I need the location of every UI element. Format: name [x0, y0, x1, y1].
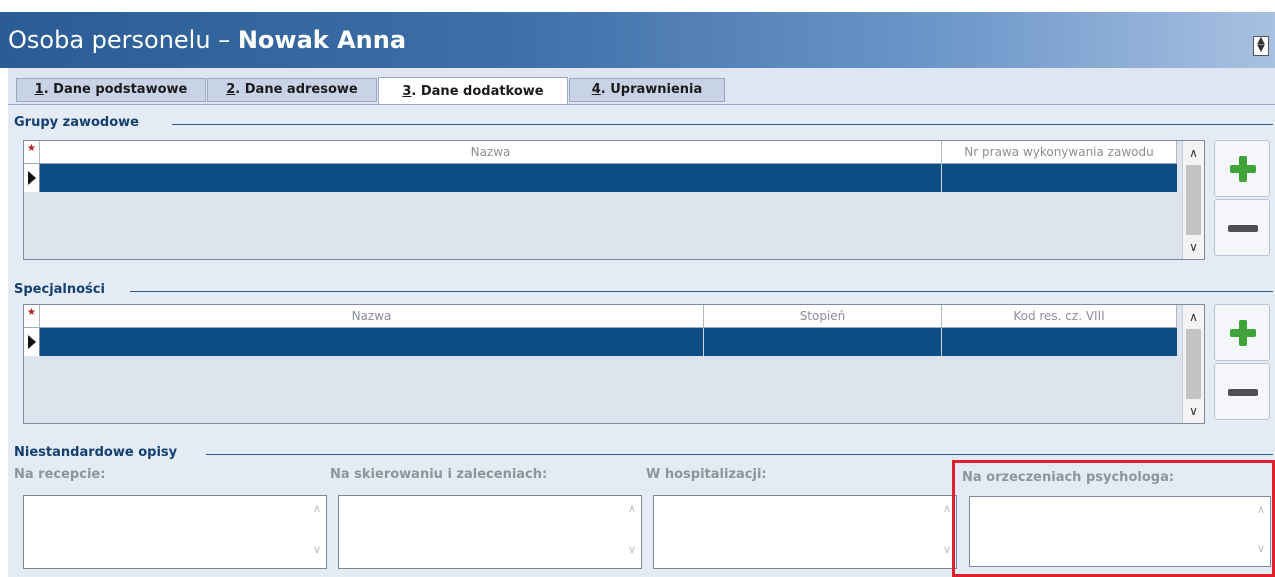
tab-dane-podstawowe[interactable]: 1. Dane podstawowe	[16, 78, 206, 102]
scroll-up-icon[interactable]: ∧	[307, 502, 327, 515]
cell-divider	[941, 328, 942, 356]
scroll-up-icon[interactable]: ∧	[1183, 307, 1204, 327]
scroll-down-icon[interactable]: ∨	[307, 543, 327, 556]
scroll-down-icon[interactable]: ∨	[1183, 401, 1204, 421]
tab-label: . Uprawnienia	[600, 82, 703, 97]
plus-icon	[1230, 320, 1256, 346]
tab-number: 1	[34, 82, 44, 97]
collapse-icon[interactable]: ▲ ▼	[1253, 36, 1269, 56]
tab-dane-dodatkowe[interactable]: 3. Dane dodatkowe	[378, 77, 568, 104]
grupy-scrollbar[interactable]: ∧ ∨	[1182, 141, 1204, 259]
remove-specjalnosc-button[interactable]	[1214, 363, 1270, 420]
section-title-specjalnosci: Specjalności	[14, 282, 105, 297]
window-titlebar: Osoba personelu – Nowak Anna ▲ ▼	[0, 12, 1275, 68]
minus-icon	[1228, 225, 1258, 232]
na-recepcie-textarea[interactable]: ∧ ∨	[23, 495, 327, 569]
column-header-nazwa[interactable]: Nazwa	[40, 305, 704, 327]
scroll-up-icon[interactable]: ∧	[622, 502, 642, 515]
section-divider	[172, 124, 1273, 125]
section-title-opisy: Niestandardowe opisy	[14, 445, 178, 460]
w-hospitalizacji-textarea[interactable]: ∧ ∨	[653, 495, 957, 569]
row-pointer-icon	[24, 328, 40, 356]
grid-header: ★ Nazwa Nr prawa wykonywania zawodu	[24, 141, 1177, 164]
remove-grupa-button[interactable]	[1214, 199, 1270, 256]
form-content: 1. Dane podstawowe 2. Dane adresowe 3. D…	[8, 68, 1275, 577]
cell-divider	[703, 328, 704, 356]
add-specjalnosc-button[interactable]	[1214, 304, 1270, 361]
memo-scrollbar[interactable]: ∧ ∨	[307, 496, 327, 556]
row-pointer-icon	[24, 164, 40, 192]
window-title: Osoba personelu – Nowak Anna	[8, 25, 406, 55]
label-na-skierowaniu: Na skierowaniu i zaleceniach:	[330, 467, 548, 482]
specjalnosci-grid[interactable]: ★ Nazwa Stopień Kod res. cz. VIII ∧ ∨	[23, 304, 1205, 424]
title-person-name: Nowak Anna	[237, 26, 407, 54]
star-icon: ★	[24, 141, 40, 163]
tab-label: . Dane adresowe	[235, 82, 358, 97]
tab-number: 4	[591, 82, 601, 97]
tab-dane-adresowe[interactable]: 2. Dane adresowe	[207, 78, 377, 102]
tab-uprawnienia[interactable]: 4. Uprawnienia	[569, 78, 725, 102]
minus-icon	[1228, 389, 1258, 396]
tab-panel: Grupy zawodowe ★ Nazwa Nr prawa wykonywa…	[8, 104, 1275, 577]
na-skierowaniu-textarea[interactable]: ∧ ∨	[338, 495, 642, 569]
column-header-kod-res[interactable]: Kod res. cz. VIII	[942, 305, 1177, 327]
table-row-selected[interactable]	[24, 164, 1177, 192]
add-grupa-button[interactable]	[1214, 140, 1270, 197]
scroll-down-icon[interactable]: ∨	[622, 543, 642, 556]
section-divider	[206, 454, 1273, 455]
tab-label: . Dane dodatkowe	[411, 84, 544, 99]
scroll-thumb[interactable]	[1186, 165, 1201, 235]
grid-header: ★ Nazwa Stopień Kod res. cz. VIII	[24, 305, 1177, 328]
scroll-down-icon[interactable]: ∨	[1183, 237, 1204, 257]
column-header-stopien[interactable]: Stopień	[704, 305, 942, 327]
tab-label: . Dane podstawowe	[43, 82, 188, 97]
cell-divider	[941, 164, 942, 192]
scroll-up-icon[interactable]: ∧	[1183, 143, 1204, 163]
tab-number: 2	[226, 82, 236, 97]
plus-icon	[1230, 156, 1256, 182]
scroll-thumb[interactable]	[1186, 329, 1201, 399]
highlight-frame	[952, 460, 1275, 577]
column-header-nr-prawa[interactable]: Nr prawa wykonywania zawodu	[942, 141, 1177, 163]
table-row-selected[interactable]	[24, 328, 1177, 356]
section-title-grupy: Grupy zawodowe	[14, 115, 139, 130]
title-prefix: Osoba personelu –	[8, 26, 238, 54]
memo-scrollbar[interactable]: ∧ ∨	[622, 496, 642, 556]
label-w-hospitalizacji: W hospitalizacji:	[646, 467, 767, 482]
label-na-recepcie: Na recepcie:	[14, 467, 106, 482]
grupy-grid[interactable]: ★ Nazwa Nr prawa wykonywania zawodu ∧ ∨	[23, 140, 1205, 260]
section-divider	[130, 291, 1273, 292]
column-header-nazwa[interactable]: Nazwa	[40, 141, 942, 163]
star-icon: ★	[24, 305, 40, 327]
specjalnosci-scrollbar[interactable]: ∧ ∨	[1182, 305, 1204, 423]
